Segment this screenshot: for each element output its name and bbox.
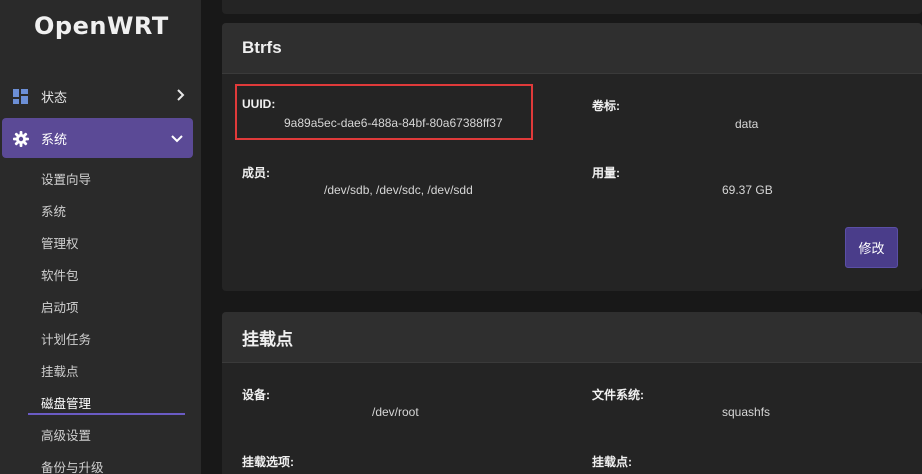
modify-button[interactable]: 修改: [845, 227, 898, 268]
chevron-down-icon: [171, 131, 183, 146]
sidebar-item-system[interactable]: 系统: [2, 118, 193, 158]
btrfs-card: Btrfs UUID: 9a89a5ec-dae6-488a-84bf-80a6…: [222, 23, 922, 291]
gear-icon: [13, 130, 29, 147]
active-item-underline: [28, 413, 185, 415]
dashboard-icon: [13, 88, 28, 104]
card-title: Btrfs: [242, 38, 282, 57]
uuid-value: 9a89a5ec-dae6-488a-84bf-80a67388ff37: [284, 116, 503, 130]
usage-value: 69.37 GB: [722, 183, 773, 197]
sidebar-subitem-advanced[interactable]: 高级设置: [41, 425, 91, 444]
brand-logo[interactable]: OpenWRT: [34, 12, 169, 40]
sidebar-subitem-startup[interactable]: 启动项: [41, 297, 79, 316]
volume-label: 卷标:: [592, 99, 620, 113]
main-content: Btrfs UUID: 9a89a5ec-dae6-488a-84bf-80a6…: [201, 0, 922, 474]
sidebar: OpenWRT 状态 系统 设置向导 系统 管理权 软件包 启动项 计划任务 挂…: [0, 0, 201, 474]
mount-card: 挂载点 设备: /dev/root 文件系统: squashfs 挂载选项: 挂…: [222, 312, 922, 474]
mountpoint-label: 挂载点:: [592, 455, 632, 469]
filesystem-label: 文件系统:: [592, 388, 644, 402]
usage-label: 用量:: [592, 166, 620, 180]
sidebar-subitem-disk-management[interactable]: 磁盘管理: [41, 393, 91, 412]
sidebar-subitem-admin[interactable]: 管理权: [41, 233, 79, 252]
sidebar-item-label: 状态: [41, 89, 68, 105]
sidebar-item-status[interactable]: 状态: [0, 76, 201, 116]
sidebar-subitem-setup-wizard[interactable]: 设置向导: [41, 169, 91, 188]
sidebar-subitem-packages[interactable]: 软件包: [41, 265, 79, 284]
sidebar-subitem-system[interactable]: 系统: [41, 201, 66, 220]
card-title: 挂载点: [242, 329, 293, 349]
chevron-right-icon: [177, 88, 185, 104]
uuid-label: UUID:: [242, 97, 276, 111]
card-header: 挂载点: [222, 312, 922, 363]
mount-options-label: 挂载选项:: [242, 455, 294, 469]
volume-value: data: [735, 117, 759, 131]
sidebar-subitem-backup-upgrade[interactable]: 备份与升级: [41, 457, 104, 474]
sidebar-subitem-scheduled-tasks[interactable]: 计划任务: [41, 329, 91, 348]
filesystem-value: squashfs: [722, 405, 771, 419]
previous-card: [222, 0, 922, 14]
sidebar-item-label: 系统: [41, 131, 68, 147]
card-header: Btrfs: [222, 23, 922, 74]
sidebar-subitem-mount-points[interactable]: 挂载点: [41, 361, 79, 380]
device-label: 设备:: [242, 388, 270, 402]
members-value: /dev/sdb, /dev/sdc, /dev/sdd: [324, 183, 473, 197]
members-label: 成员:: [242, 166, 270, 180]
highlight-box: [235, 84, 533, 140]
device-value: /dev/root: [372, 405, 419, 419]
